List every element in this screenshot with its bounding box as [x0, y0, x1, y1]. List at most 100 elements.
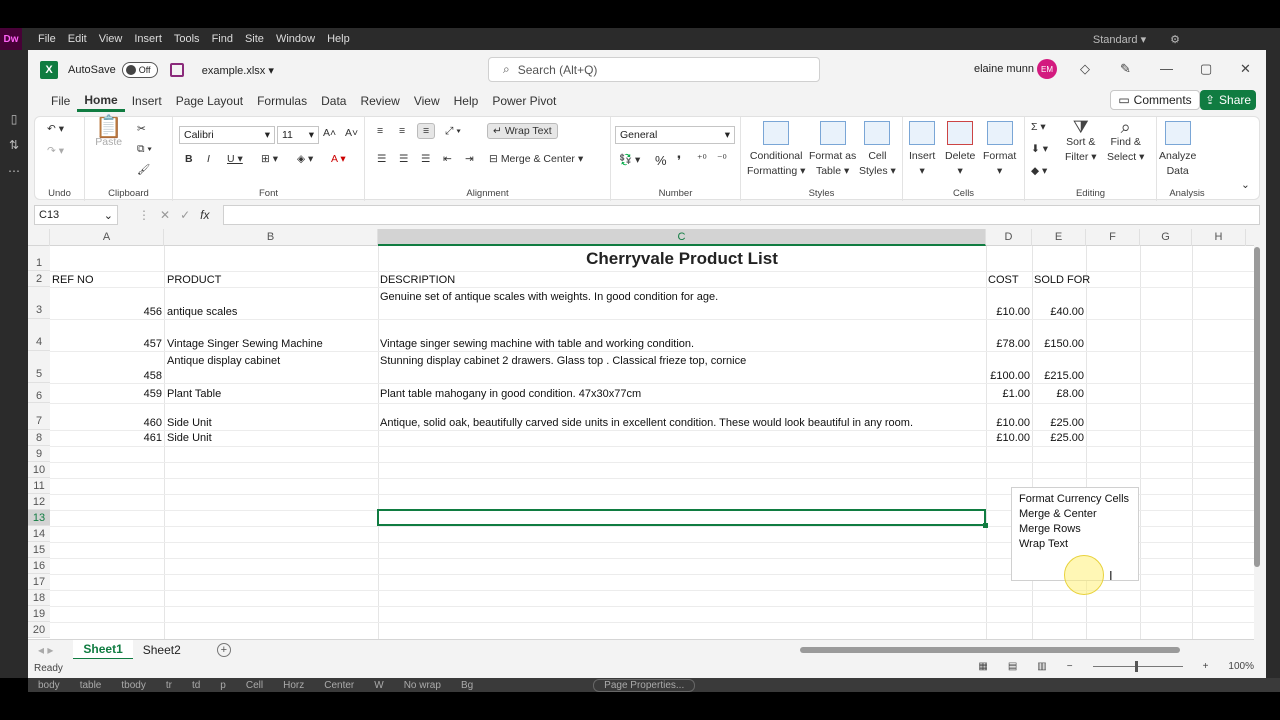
column-header-f[interactable]: F: [1086, 229, 1140, 246]
column-header-e[interactable]: E: [1032, 229, 1086, 246]
table-row-ref[interactable]: 458: [52, 370, 162, 382]
increase-font-icon[interactable]: A˄: [323, 127, 336, 139]
underline-icon[interactable]: U ▾: [227, 153, 243, 165]
currency-icon[interactable]: 💱 ▾: [619, 153, 640, 166]
header-cost[interactable]: COST: [988, 274, 1019, 286]
table-row-sold[interactable]: £8.00: [1032, 388, 1084, 400]
zoom-in-icon[interactable]: +: [1203, 661, 1209, 672]
cell-styles-button[interactable]: Cell Styles ▾: [859, 121, 896, 177]
host-menu-window[interactable]: Window: [270, 33, 321, 45]
page-properties-button[interactable]: Page Properties...: [593, 678, 696, 692]
host-menu-find[interactable]: Find: [206, 33, 239, 45]
font-color-icon[interactable]: A ▾: [331, 153, 346, 165]
tag-p[interactable]: p: [210, 680, 236, 691]
align-center-icon[interactable]: ☰: [399, 153, 408, 165]
more-icon[interactable]: ⋯: [0, 158, 28, 184]
prev-sheet-icon[interactable]: ◂ ▸: [28, 640, 63, 660]
tab-data[interactable]: Data: [314, 90, 353, 112]
orientation-icon[interactable]: ⤢ ▾: [445, 125, 461, 138]
table-row-cost[interactable]: £1.00: [986, 388, 1030, 400]
row-header[interactable]: 12: [28, 494, 50, 510]
page-break-icon[interactable]: ▥: [1037, 661, 1046, 672]
conditional-formatting-button[interactable]: Conditional Formatting ▾: [747, 121, 805, 177]
files-icon[interactable]: ▯: [0, 106, 28, 132]
row-header[interactable]: 8: [28, 430, 50, 446]
row-header[interactable]: 1: [28, 246, 50, 271]
borders-icon[interactable]: ⊞ ▾: [261, 153, 278, 165]
decrease-decimal-icon[interactable]: ⁻⁰: [717, 153, 727, 165]
redo-icon[interactable]: ↷ ▾: [47, 145, 64, 157]
zoom-out-icon[interactable]: −: [1067, 661, 1073, 672]
table-row-description[interactable]: Antique, solid oak, beautifully carved s…: [380, 417, 913, 429]
tab-power-pivot[interactable]: Power Pivot: [485, 90, 563, 112]
row-header[interactable]: 13: [28, 510, 50, 526]
column-header-c[interactable]: C: [378, 229, 986, 246]
tag-tbody[interactable]: tbody: [111, 680, 155, 691]
vertical-scrollbar[interactable]: [1252, 243, 1262, 635]
table-row-description[interactable]: Genuine set of antique scales with weigh…: [380, 291, 718, 303]
column-header-b[interactable]: B: [164, 229, 378, 246]
tag-td[interactable]: td: [182, 680, 210, 691]
insert-panel-icon[interactable]: ⇅: [0, 132, 28, 158]
row-header[interactable]: 18: [28, 590, 50, 606]
search-input[interactable]: ⌕ Search (Alt+Q): [488, 57, 820, 82]
active-cell-c13[interactable]: [377, 509, 988, 528]
copy-icon[interactable]: ⧉ ▾: [137, 143, 152, 156]
row-header[interactable]: 2: [28, 271, 50, 287]
table-row-product[interactable]: antique scales: [167, 306, 237, 318]
table-row-cost[interactable]: £10.00: [986, 432, 1030, 444]
delete-cells-button[interactable]: Delete ▾: [945, 121, 975, 177]
tab-sheet2[interactable]: Sheet2: [133, 640, 191, 660]
column-header-d[interactable]: D: [986, 229, 1032, 246]
paste-button[interactable]: 📋 Paste: [95, 116, 122, 149]
header-sold-for[interactable]: SOLD FOR: [1034, 274, 1090, 286]
name-box[interactable]: C13 ⌄: [34, 205, 118, 225]
page-layout-icon[interactable]: ▤: [1008, 661, 1017, 672]
increase-indent-icon[interactable]: ⇥: [465, 153, 474, 165]
row-header[interactable]: 4: [28, 319, 50, 351]
merge-center-button[interactable]: ⊟ Merge & Center ▾: [489, 153, 583, 165]
tab-help[interactable]: Help: [447, 90, 486, 112]
align-top-icon[interactable]: ≡: [377, 125, 383, 137]
row-header[interactable]: 3: [28, 287, 50, 319]
table-row-product[interactable]: Plant Table: [167, 388, 221, 400]
tab-view[interactable]: View: [407, 90, 447, 112]
italic-icon[interactable]: I: [207, 153, 210, 165]
row-header[interactable]: 17: [28, 574, 50, 590]
comments-button[interactable]: ▭ Comments: [1110, 90, 1200, 110]
row-header[interactable]: 15: [28, 542, 50, 558]
tag-table[interactable]: table: [70, 680, 112, 691]
header-ref-no[interactable]: REF NO: [52, 274, 94, 286]
host-menu-view[interactable]: View: [93, 33, 129, 45]
save-icon[interactable]: [169, 63, 184, 77]
row-header[interactable]: 9: [28, 446, 50, 462]
autosave-toggle[interactable]: Off: [121, 62, 158, 78]
increase-decimal-icon[interactable]: ⁺⁰: [697, 153, 707, 165]
analyze-data-button[interactable]: Analyze Data: [1159, 121, 1196, 177]
nowrap-label[interactable]: No wrap: [394, 680, 451, 691]
table-row-sold[interactable]: £25.00: [1032, 432, 1084, 444]
table-row-ref[interactable]: 461: [52, 432, 162, 444]
number-format-select[interactable]: General ▾: [615, 126, 735, 144]
row-header[interactable]: 7: [28, 403, 50, 430]
tag-tr[interactable]: tr: [156, 680, 182, 691]
normal-view-icon[interactable]: ▦: [978, 661, 987, 672]
collapse-ribbon-icon[interactable]: ⌄: [1241, 179, 1250, 191]
host-menu-edit[interactable]: Edit: [62, 33, 93, 45]
tab-review[interactable]: Review: [353, 90, 406, 112]
table-row-sold[interactable]: £25.00: [1032, 417, 1084, 429]
column-header-g[interactable]: G: [1140, 229, 1192, 246]
table-row-ref[interactable]: 459: [52, 388, 162, 400]
gear-icon[interactable]: ⚙: [1170, 33, 1180, 46]
host-menu-tools[interactable]: Tools: [168, 33, 206, 45]
comma-icon[interactable]: ❜: [677, 153, 681, 169]
row-header[interactable]: 11: [28, 478, 50, 494]
maximize-icon[interactable]: ▢: [1200, 61, 1212, 77]
table-row-ref[interactable]: 460: [52, 417, 162, 429]
decrease-font-icon[interactable]: A˅: [345, 127, 358, 139]
fill-icon[interactable]: ⬇ ▾: [1031, 143, 1048, 155]
pen-icon[interactable]: ✎: [1120, 61, 1131, 77]
table-row-cost[interactable]: £10.00: [986, 306, 1030, 318]
horizontal-scrollbar[interactable]: [794, 646, 1186, 654]
header-description[interactable]: DESCRIPTION: [380, 274, 455, 286]
